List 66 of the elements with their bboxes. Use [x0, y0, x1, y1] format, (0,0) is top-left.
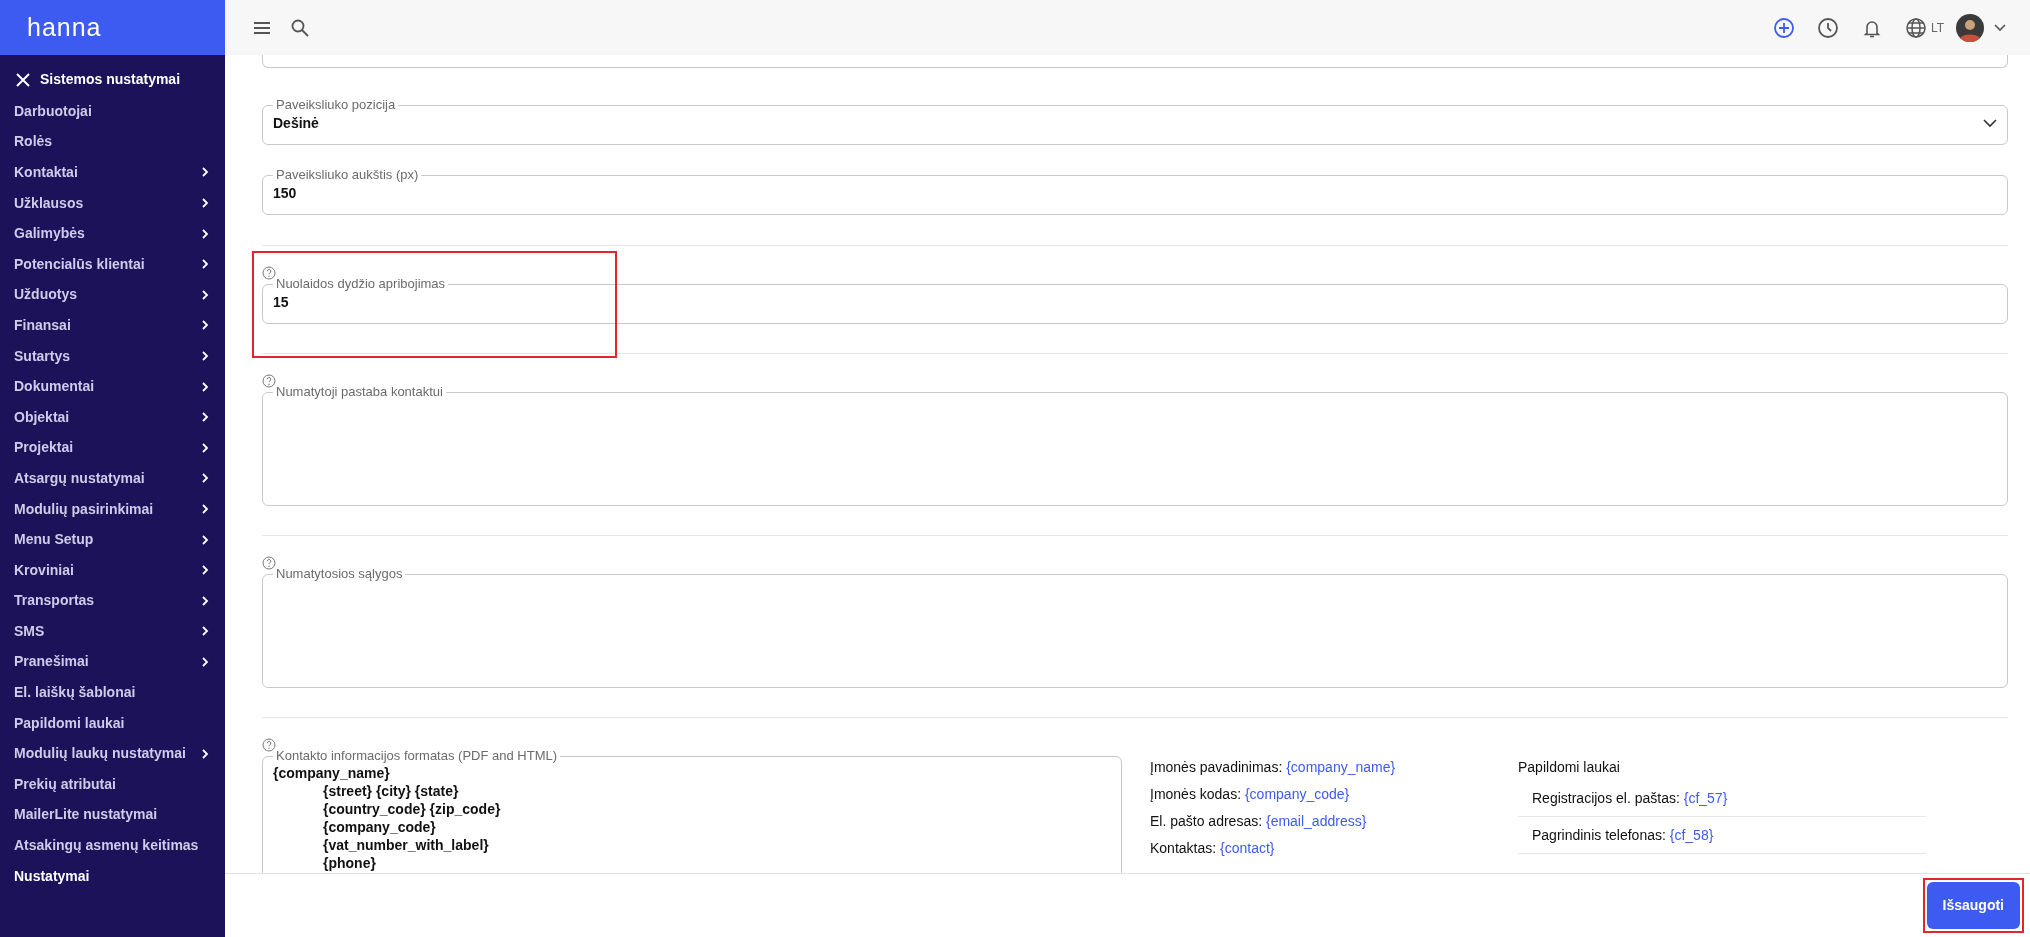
sidebar-item[interactable]: Sutartys: [0, 340, 225, 372]
select-field[interactable]: Paveiksliuko pozicija Dešinė: [262, 97, 2008, 145]
sidebar-item[interactable]: MailerLite nustatymai: [0, 799, 225, 831]
sidebar-title: Sistemos nustatymai: [40, 70, 181, 89]
input-field[interactable]: [262, 55, 2008, 68]
text-line: {country_code} {zip_code}: [322, 800, 502, 818]
text-area[interactable]: Numatytosios sąlygos: [262, 566, 2008, 688]
sidebar-item[interactable]: Užduotys: [0, 279, 225, 311]
sidebar-item[interactable]: Dokumentai: [0, 371, 225, 402]
sidebar-item[interactable]: Finansai: [0, 310, 225, 341]
sidebar-item[interactable]: Kontaktai: [0, 157, 225, 188]
sidebar-item[interactable]: Galimybės: [0, 218, 225, 249]
help-icon[interactable]: [262, 738, 276, 752]
text-line: {street} {city} {state}: [322, 782, 460, 800]
sidebar-item[interactable]: Objektai: [0, 401, 225, 433]
sidebar-item[interactable]: Kroviniai: [0, 554, 225, 586]
field-label: Numatytosios sąlygos: [275, 566, 404, 582]
close-icon[interactable]: [16, 72, 30, 87]
section-title: Papildomi laukai: [1518, 758, 1621, 777]
language-code[interactable]: LT: [1930, 18, 1944, 37]
placeholder-row-text: Kontaktas: {contact}: [1150, 839, 1276, 858]
placeholder-row-text: Įmonės kodas: {company_code}: [1150, 785, 1351, 804]
help-icon[interactable]: [262, 266, 276, 280]
sidebar-item[interactable]: Darbuotojai: [0, 96, 225, 127]
save-button[interactable]: Išsaugoti: [1926, 882, 2020, 929]
field-label: Paveiksliuko pozicija: [275, 97, 397, 113]
text-area[interactable]: Numatytoji pastaba kontaktui: [262, 384, 2008, 506]
avatar-icon[interactable]: [1956, 13, 1984, 42]
sidebar-item[interactable]: Nustatymai: [0, 860, 225, 892]
logo: hanna: [27, 11, 102, 43]
field-label: Numatytoji pastaba kontaktui: [275, 384, 444, 400]
sidebar-item[interactable]: Atsakingų asmenų keitimas: [0, 830, 225, 861]
chevron-down-icon[interactable]: [1994, 23, 2006, 32]
sidebar-item[interactable]: Rolės: [0, 126, 225, 158]
field-label: Kontakto informacijos formatas (PDF and HTML): [275, 748, 559, 764]
sidebar-item[interactable]: SMS: [0, 616, 225, 647]
plus-circle-icon[interactable]: [1772, 16, 1795, 39]
help-icon[interactable]: [262, 374, 276, 388]
chevron-down-icon: [1983, 118, 1997, 128]
sidebar-item[interactable]: Transportas: [0, 585, 225, 617]
input-field[interactable]: Paveiksliuko aukštis (px) 150: [262, 167, 2008, 215]
sidebar-item[interactable]: Potencialūs klientai: [0, 248, 225, 280]
field-label: Paveiksliuko aukštis (px): [275, 167, 420, 183]
text-line: {company_name}: [273, 764, 391, 782]
globe-icon[interactable]: [1904, 16, 1927, 39]
custom-field-row: Pagrindinis telefonas: {cf_58}: [1518, 817, 1926, 854]
sidebar-item[interactable]: Pranešimai: [0, 646, 225, 678]
sidebar-item[interactable]: Prekių atributai: [0, 769, 225, 800]
sidebar-item[interactable]: Papildomi laukai: [0, 707, 225, 739]
field-label: Nuolaidos dydžio apribojimas: [275, 276, 447, 292]
clock-icon[interactable]: [1816, 16, 1839, 39]
sidebar-item[interactable]: Atsargų nustatymai: [0, 463, 225, 494]
sidebar-item[interactable]: Modulių pasirinkimai: [0, 493, 225, 525]
text-line: {phone}: [322, 854, 377, 872]
sidebar-item[interactable]: Užklausos: [0, 187, 225, 219]
sidebar-item[interactable]: Projektai: [0, 432, 225, 464]
text-line: {company_code}: [322, 818, 437, 836]
placeholder-row-text: Įmonės pavadinimas: {company_name}: [1150, 758, 1397, 777]
help-icon[interactable]: [262, 556, 276, 570]
placeholder-row-text: El. pašto adresas: {email_address}: [1150, 812, 1368, 831]
sidebar-item[interactable]: Menu Setup: [0, 524, 225, 555]
sidebar-item[interactable]: El. laiškų šablonai: [0, 677, 225, 708]
input-field[interactable]: Nuolaidos dydžio apribojimas 15: [262, 276, 2008, 324]
custom-field-row: Registracijos el. paštas: {cf_57}: [1518, 780, 1926, 817]
sidebar-item[interactable]: Modulių laukų nustatymai: [0, 738, 225, 770]
text-line: {vat_number_with_label}: [322, 836, 490, 854]
